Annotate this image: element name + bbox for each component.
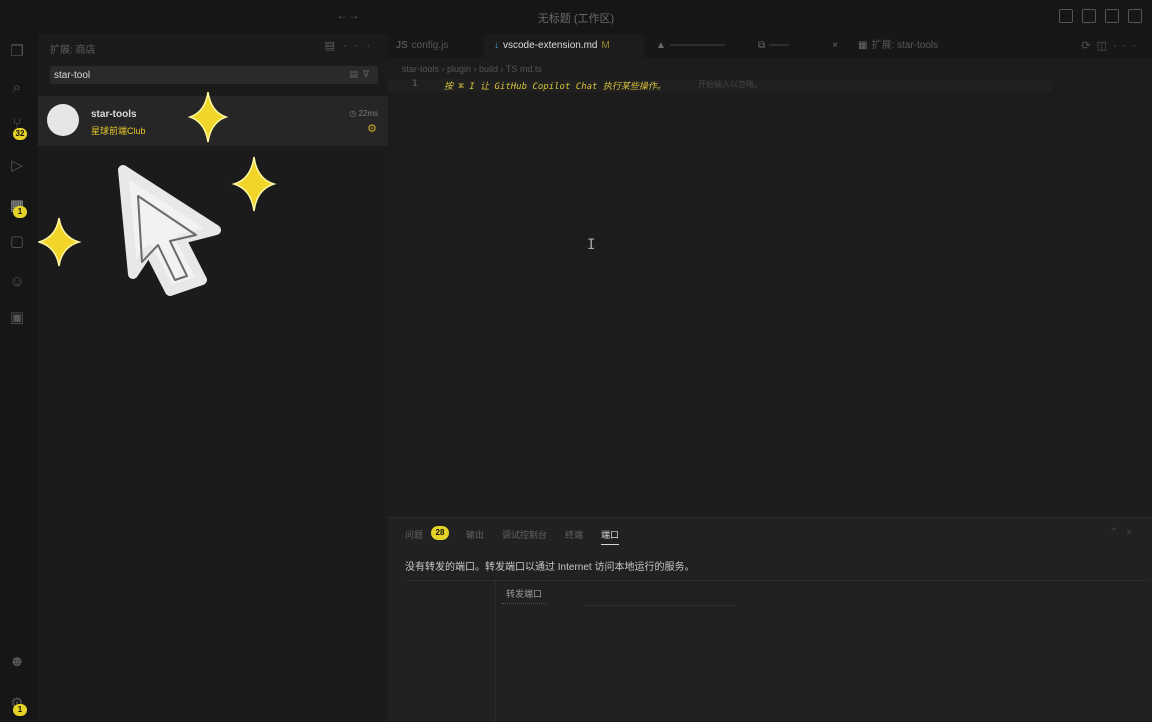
extension-gear-icon[interactable]: ⚙ xyxy=(367,122,377,135)
breadcrumb[interactable]: star-tools › plugin › build › TS md.ts xyxy=(402,64,542,74)
extensions-badge: 1 xyxy=(13,206,27,218)
sidebar-actions: ▤··· xyxy=(325,39,378,52)
toggle-panel-icon[interactable] xyxy=(1082,9,1096,23)
search-box-actions: ▤∇ xyxy=(349,69,374,80)
extension-search-box: ▤∇ xyxy=(50,66,378,84)
panel-actions: ⌃× xyxy=(1110,527,1140,538)
tab-untitled[interactable]: ▲ xyxy=(656,34,746,58)
copilot-icon[interactable]: ☺ xyxy=(7,272,27,292)
problems-count-badge: 28 xyxy=(431,526,449,540)
run-debug-icon[interactable]: ▷ xyxy=(7,156,27,176)
editor-actions: ⟳◫··· xyxy=(1081,39,1142,52)
tab-terminal[interactable]: 终端 xyxy=(565,528,583,541)
history-icon[interactable]: ⟳ xyxy=(1081,40,1096,52)
activity-bar: ❐ ⌕ ⑂ 32 ▷ ▦ 1 ▢ ☺ ▣ ☻ ⚙ 1 xyxy=(0,34,38,720)
text-cursor-icon: I xyxy=(587,237,596,253)
clock-icon: ◷ xyxy=(349,109,357,118)
sidebar-title: 扩展: 商店 xyxy=(50,45,96,56)
modified-indicator: M xyxy=(601,40,610,51)
split-editor-icon[interactable]: ◫ xyxy=(1097,40,1113,52)
pointer-cursor-icon xyxy=(118,165,221,296)
more-actions-icon[interactable]: ··· xyxy=(1113,40,1142,52)
tab-label: vscode-extension.md xyxy=(503,40,598,51)
tab-vscode-extension-md[interactable]: ↓ vscode-extension.md M xyxy=(484,34,644,58)
extensions-tab-icon: ▦ xyxy=(858,40,868,51)
source-control-badge: 32 xyxy=(13,128,27,140)
editor-area: JS config.js ↓ vscode-extension.md M ▲ ⧉ × ▦… xyxy=(388,34,1152,517)
more-actions-icon[interactable]: ··· xyxy=(343,40,378,52)
column-divider xyxy=(495,581,496,722)
js-file-icon: JS xyxy=(396,40,408,51)
divider xyxy=(585,605,735,606)
ghost-hint-text: 开始输入以忽略。 xyxy=(698,80,762,89)
close-panel-icon[interactable]: × xyxy=(1126,527,1140,538)
account-icon[interactable]: ☻ xyxy=(7,652,27,672)
layout-controls xyxy=(1059,9,1142,23)
cursor-sparkle-overlay xyxy=(38,91,277,296)
tab-extension-star-tools[interactable]: ▦ 扩展: star-tools xyxy=(858,34,978,58)
title-bar: ←→ 无标题 (工作区) xyxy=(0,0,1152,34)
extensions-sidebar: 扩展: 商店 ▤··· ▤∇ star-tools 星球前端Club ◷ 22m… xyxy=(38,34,388,720)
sparkle-icon xyxy=(187,91,229,143)
activation-time-value: 22ms xyxy=(358,109,378,118)
sparkle-icon xyxy=(38,217,82,267)
ports-table: 转发端口 xyxy=(405,580,1150,722)
tab-label: 扩展: star-tools xyxy=(871,40,939,51)
manage-badge: 1 xyxy=(13,704,27,716)
code-line-1[interactable]: 1 按 ⌘ I 让 GitHub Copilot Chat 执行某些操作。 开始… xyxy=(388,79,1052,92)
sparkle-icon xyxy=(231,156,277,212)
filter-extensions-icon[interactable]: ∇ xyxy=(363,69,374,79)
close-tab-icon[interactable]: × xyxy=(832,34,838,58)
remote-explorer-icon[interactable]: ▢ xyxy=(7,232,27,252)
filter-icon[interactable]: ▤ xyxy=(325,40,343,52)
window-title: 无标题 (工作区) xyxy=(537,13,615,25)
maximize-panel-icon[interactable]: ⌃ xyxy=(1110,527,1126,538)
forward-port-button[interactable]: 转发端口 xyxy=(502,586,547,604)
toggle-secondary-sidebar-icon[interactable] xyxy=(1105,9,1119,23)
tab-config-js[interactable]: JS config.js xyxy=(396,34,482,58)
explorer-icon[interactable]: ❐ xyxy=(7,42,27,62)
editor-tab-bar: JS config.js ↓ vscode-extension.md M ▲ ⧉ × ▦… xyxy=(388,34,1152,58)
clear-results-icon[interactable]: ▤ xyxy=(349,69,363,79)
chat-icon[interactable]: ▣ xyxy=(7,308,27,328)
toggle-sidebar-icon[interactable] xyxy=(1059,9,1073,23)
copilot-hint-text: 按 ⌘ I 让 GitHub Copilot Chat 执行某些操作。 xyxy=(444,82,666,92)
markdown-file-icon: ↓ xyxy=(494,40,499,51)
tab-preview[interactable]: ⧉ × xyxy=(758,34,844,58)
extension-search-input[interactable] xyxy=(54,68,334,82)
tab-problems[interactable]: 问题 xyxy=(405,528,423,541)
tab-output[interactable]: 输出 xyxy=(466,528,484,541)
vue-file-icon: ▲ xyxy=(656,40,666,51)
ports-empty-message: 没有转发的端口。转发端口以通过 Internet 访问本地运行的服务。 xyxy=(405,562,695,573)
search-icon[interactable]: ⌕ xyxy=(7,78,27,98)
bottom-panel: 问题 28 输出 调试控制台 终端 端口 ⌃× 没有转发的端口。转发端口以通过 … xyxy=(388,517,1152,722)
line-number: 1 xyxy=(412,79,418,89)
tab-label: config.js xyxy=(411,40,449,51)
preview-icon: ⧉ xyxy=(758,40,766,51)
extension-activation-time: ◷ 22ms xyxy=(349,109,378,118)
tab-ports[interactable]: 端口 xyxy=(601,528,620,545)
tab-debug-console[interactable]: 调试控制台 xyxy=(502,528,547,541)
customize-layout-icon[interactable] xyxy=(1128,9,1142,23)
